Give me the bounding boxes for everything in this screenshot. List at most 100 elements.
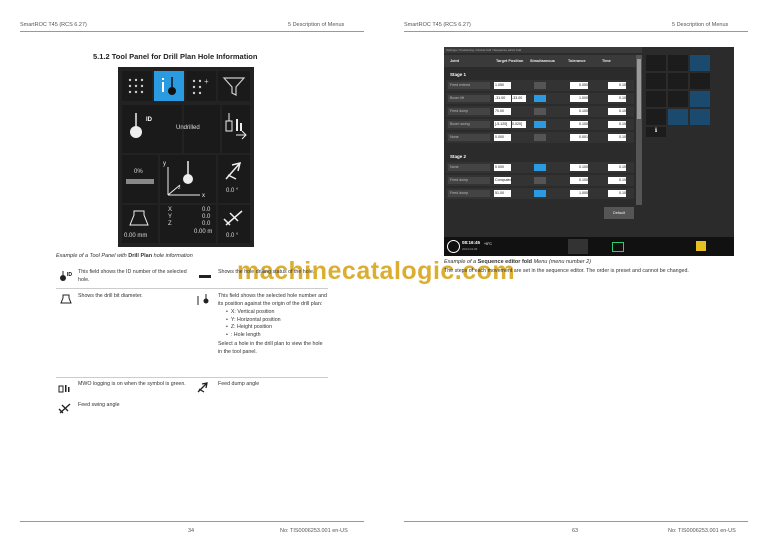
sequence-row[interactable]: None 0.000 0.001 0.10 xyxy=(446,132,634,143)
sequence-editor-screenshot: Settings / Positioning / Rotate fold / S… xyxy=(444,47,734,256)
sequence-row[interactable]: None 0.000 0.100 0.10 xyxy=(446,162,634,173)
simultaneous-toggle[interactable] xyxy=(534,82,546,89)
joint-select[interactable]: Feed extend xyxy=(448,82,490,89)
target2-input[interactable]: -33.00 xyxy=(512,95,526,102)
target-input[interactable]: 0.000 xyxy=(494,134,511,141)
svg-text:y: y xyxy=(163,161,166,167)
sequence-row[interactable]: Feed dump 51.00 1.000 0.10 xyxy=(446,188,634,199)
time-input[interactable]: 0.10 xyxy=(608,121,626,128)
sequence-row[interactable]: Feed extend 1.050 0.050 0.10 xyxy=(446,80,634,91)
undrilled-cell: Undrilled xyxy=(176,105,220,153)
clock-icon xyxy=(447,240,460,253)
boom-icon[interactable] xyxy=(690,55,710,71)
swing-description: Feed swing angle xyxy=(78,402,120,408)
time-input[interactable]: 0.10 xyxy=(608,190,626,197)
status-description: Shows the hole drilling status of the ho… xyxy=(218,269,315,275)
simultaneous-toggle[interactable] xyxy=(534,190,546,197)
time-input[interactable]: 0.10 xyxy=(608,177,626,184)
target-input[interactable]: -31.00 xyxy=(494,95,511,102)
joint-select[interactable]: None xyxy=(448,134,490,141)
sequence-description: The steps of each movement are set in th… xyxy=(444,268,689,274)
dump-angle-cell: 0.0 ° xyxy=(218,155,250,203)
target-input[interactable]: 51.00 xyxy=(494,190,511,197)
time-input[interactable]: 0.10 xyxy=(608,108,626,115)
joint-select[interactable]: Feed dump xyxy=(448,177,490,184)
simultaneous-toggle[interactable] xyxy=(534,108,546,115)
simultaneous-toggle[interactable] xyxy=(534,134,546,141)
tolerance-input[interactable]: 0.001 xyxy=(570,134,588,141)
sequence-row[interactable]: Boom swing [-5.120] 0.020] 0.100 0.10 xyxy=(446,119,634,130)
z-value: 0.0 xyxy=(202,221,211,227)
hole-length-value: 0.00 m xyxy=(194,229,213,235)
fold-sequence-icon[interactable] xyxy=(690,109,710,125)
page-number: 34 xyxy=(188,528,195,534)
svg-text:+: + xyxy=(204,77,209,86)
info-icon[interactable]: ℹ xyxy=(646,127,666,137)
clock-date: 2024-04-09 xyxy=(462,247,478,251)
section-title: 5.1.2 Tool Panel for Drill Plan Hole Inf… xyxy=(93,52,258,61)
temperature: +5°C xyxy=(484,242,492,246)
tolerance-input[interactable]: 0.100 xyxy=(570,121,588,128)
feed-icon[interactable] xyxy=(646,73,666,89)
sequence-row[interactable]: Feed dump Computed 0.100 0.10 xyxy=(446,175,634,186)
page-number: 63 xyxy=(572,528,579,534)
table-row: ID This field shows the ID number of the… xyxy=(56,267,328,289)
y-position-item: Y: Horizontal position xyxy=(226,317,328,325)
target-input[interactable]: [-5.120] xyxy=(494,121,511,128)
time-input[interactable]: 0.10 xyxy=(608,134,626,141)
tolerance-input[interactable]: 0.050 xyxy=(570,82,588,89)
position-icon[interactable] xyxy=(646,91,666,107)
joint-select[interactable]: Boom swing xyxy=(448,121,490,128)
status-green-icon xyxy=(612,242,624,252)
target-input[interactable]: 0.000 xyxy=(494,164,511,171)
svg-text:x: x xyxy=(202,193,205,199)
table-row: Feed swing angle xyxy=(56,400,328,414)
fold-icon[interactable] xyxy=(668,109,688,125)
tolerance-input[interactable]: 0.100 xyxy=(570,164,588,171)
target-input[interactable]: 70.00 xyxy=(494,108,511,115)
rotate-icon[interactable] xyxy=(690,73,710,89)
simultaneous-toggle[interactable] xyxy=(534,95,546,102)
tolerance-input[interactable]: 1.000 xyxy=(570,95,588,102)
tolerance-input[interactable]: 0.100 xyxy=(570,177,588,184)
sequence-row[interactable]: Feed dump 70.00 0.100 0.10 xyxy=(446,106,634,117)
tolerance-input[interactable]: 1.000 xyxy=(570,190,588,197)
wave-icon[interactable] xyxy=(668,91,688,107)
joint-select[interactable]: Boom lift xyxy=(448,95,490,102)
joint-select[interactable]: Feed dump xyxy=(448,190,490,197)
simultaneous-toggle[interactable] xyxy=(534,177,546,184)
tool-panel-caption: Example of a Tool Panel with Drill Plan … xyxy=(56,253,193,259)
swing-icon[interactable] xyxy=(646,109,666,125)
rig-icon[interactable] xyxy=(646,55,666,71)
position-description: This field shows the selected hole numbe… xyxy=(218,293,328,356)
menu-grid-icon[interactable] xyxy=(568,239,588,254)
svg-text:ID: ID xyxy=(67,272,72,278)
default-button[interactable]: Default xyxy=(604,207,634,219)
scrollbar[interactable] xyxy=(636,55,642,205)
simultaneous-toggle[interactable] xyxy=(534,121,546,128)
document-number: No: TIS0006253.001 en-US xyxy=(280,528,348,534)
undrilled-status: Undrilled xyxy=(176,125,200,131)
joint-select[interactable]: None xyxy=(448,164,490,171)
joint-select[interactable]: Feed dump xyxy=(448,108,490,115)
coordinate-cell: y x z xyxy=(160,155,216,203)
tolerance-input[interactable]: 0.100 xyxy=(570,108,588,115)
target2-input[interactable]: 0.020] xyxy=(512,121,526,128)
function-icon-grid: ℹ xyxy=(646,55,732,137)
feed-swing-icon xyxy=(58,403,71,414)
sequence-row[interactable]: Boom lift -31.00 -33.00 1.000 0.10 xyxy=(446,93,634,104)
bit-icon[interactable] xyxy=(668,55,688,71)
footer-rule xyxy=(20,521,364,522)
simultaneous-toggle[interactable] xyxy=(534,164,546,171)
bit-diameter-cell: 0.00 mm xyxy=(122,205,158,243)
target-input[interactable]: 1.050 xyxy=(494,82,511,89)
target-input[interactable]: Computed xyxy=(494,177,512,184)
time-input[interactable]: 0.10 xyxy=(608,95,626,102)
header-left: SmartROC T45 (RCS 6.27) xyxy=(404,22,471,28)
id-description: This field shows the ID number of the se… xyxy=(78,269,187,283)
time-input[interactable]: 0.10 xyxy=(608,164,626,171)
hole-id-icon: ID xyxy=(60,271,72,281)
tool-icon[interactable] xyxy=(668,73,688,89)
time-input[interactable]: 0.10 xyxy=(608,82,626,89)
sequence-icon[interactable] xyxy=(690,91,710,107)
